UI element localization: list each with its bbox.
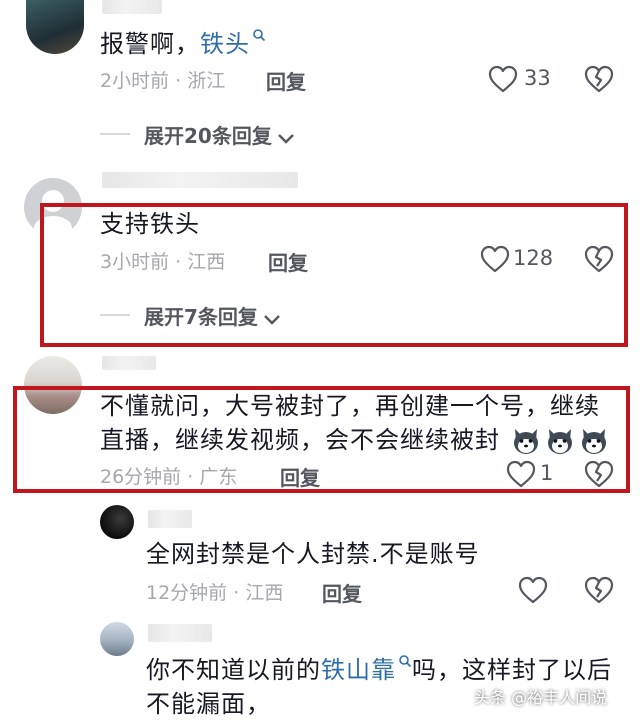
highlight-box — [13, 386, 630, 493]
divider — [100, 133, 130, 135]
comment-time: 2小时前 — [100, 70, 170, 92]
username-blurred[interactable] — [102, 172, 298, 188]
like-count: 33 — [524, 66, 551, 90]
reply-meta: 12分钟前 · 江西 — [146, 578, 283, 605]
comment-text: 报警啊，铁头 — [100, 28, 266, 60]
avatar[interactable] — [100, 622, 134, 656]
heart-icon — [488, 65, 518, 93]
reply-text: 全网封禁是个人封禁.不是账号 — [146, 540, 480, 568]
expand-replies-label: 展开20条回复 — [144, 124, 272, 148]
heart-icon[interactable] — [518, 576, 548, 604]
reply-button[interactable]: 回复 — [322, 578, 362, 607]
broken-heart-icon[interactable] — [584, 576, 614, 604]
reply-time: 12分钟前 — [146, 582, 228, 604]
meta-separator: · — [233, 582, 240, 604]
username-blurred[interactable] — [102, 356, 156, 370]
reply-location: 江西 — [245, 582, 284, 604]
comment-meta: 2小时前 · 浙江 — [100, 66, 225, 93]
expand-replies-button[interactable]: 展开20条回复 — [144, 120, 295, 149]
chevron-down-icon — [277, 133, 295, 145]
comment-text-prefix: 报警啊， — [100, 30, 200, 58]
search-icon — [398, 654, 412, 668]
avatar[interactable] — [100, 505, 134, 539]
comment-location: 浙江 — [187, 70, 226, 92]
avatar[interactable] — [26, 0, 84, 54]
username-blurred[interactable] — [148, 510, 192, 528]
username-blurred[interactable] — [148, 624, 212, 642]
mention-link[interactable]: 铁山靠 — [321, 656, 396, 684]
mention-link[interactable]: 铁头 — [200, 30, 250, 58]
search-icon — [252, 28, 266, 42]
reply-text-suffix: 吗，这样封了以后 — [412, 656, 612, 684]
highlight-box — [40, 203, 628, 347]
broken-heart-icon[interactable] — [584, 65, 614, 93]
reply-button[interactable]: 回复 — [266, 66, 306, 95]
username-blurred[interactable] — [102, 0, 162, 14]
reply-text-line: 你不知道以前的铁山靠 吗，这样封了以后 — [146, 654, 626, 686]
reply-text-prefix: 你不知道以前的 — [146, 656, 321, 684]
watermark: 头条 @裕丰人间说 — [474, 688, 608, 707]
meta-separator: · — [175, 70, 182, 92]
like-button[interactable]: 33 — [488, 64, 558, 94]
